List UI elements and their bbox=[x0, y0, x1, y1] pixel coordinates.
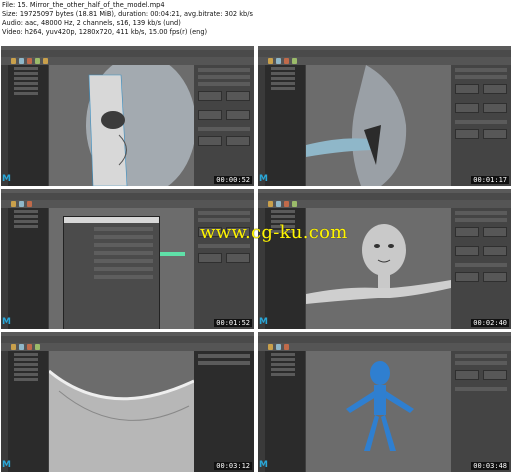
dialog-titlebar bbox=[64, 217, 159, 223]
outliner-panel bbox=[8, 208, 48, 329]
attribute-editor bbox=[451, 65, 511, 186]
size-line: Size: 19725097 bytes (18.81 MiB), durati… bbox=[2, 10, 253, 18]
status-toolbar bbox=[258, 336, 511, 343]
viewport[interactable] bbox=[49, 65, 194, 186]
timecode: 00:01:52 bbox=[214, 319, 252, 327]
maya-logo: M bbox=[2, 460, 11, 470]
audio-line: Audio: aac, 48000 Hz, 2 channels, s16, 1… bbox=[2, 19, 181, 27]
thumbnail-4[interactable]: M 00:02:40 bbox=[258, 189, 511, 329]
viewport-model bbox=[86, 65, 194, 186]
shelf bbox=[258, 57, 511, 65]
status-toolbar bbox=[258, 193, 511, 200]
tool-box bbox=[1, 208, 8, 329]
watermark: www.cg-ku.com bbox=[200, 222, 348, 243]
timecode: 00:03:12 bbox=[214, 462, 252, 470]
tool-box bbox=[258, 65, 265, 186]
shelf bbox=[258, 343, 511, 351]
thumbnail-3[interactable]: M 00:01:52 bbox=[1, 189, 254, 329]
video-info-header: File: 15. Mirror_the_other_half_of_the_m… bbox=[2, 1, 510, 37]
shelf bbox=[1, 200, 254, 208]
maya-logo: M bbox=[259, 174, 268, 184]
timecode: 00:01:17 bbox=[471, 176, 509, 184]
tool-box bbox=[1, 351, 8, 472]
maya-logo: M bbox=[2, 174, 11, 184]
timecode: 00:03:48 bbox=[471, 462, 509, 470]
outliner-panel bbox=[8, 351, 48, 472]
timecode: 00:02:40 bbox=[471, 319, 509, 327]
viewport[interactable] bbox=[49, 208, 194, 329]
viewport[interactable] bbox=[306, 65, 451, 186]
attribute-editor bbox=[451, 351, 511, 472]
thumbnail-5[interactable]: M 00:03:12 bbox=[1, 332, 254, 472]
tool-box bbox=[258, 351, 265, 472]
outliner-panel bbox=[265, 351, 305, 472]
thumbnail-2[interactable]: M 00:01:17 bbox=[258, 46, 511, 186]
shelf bbox=[1, 57, 254, 65]
file-line: File: 15. Mirror_the_other_half_of_the_m… bbox=[2, 1, 165, 9]
viewport[interactable] bbox=[306, 351, 451, 472]
shelf bbox=[1, 343, 254, 351]
maya-logo: M bbox=[2, 317, 11, 327]
maya-logo: M bbox=[259, 317, 268, 327]
shelf bbox=[258, 200, 511, 208]
viewport-model bbox=[346, 361, 414, 451]
video-line: Video: h264, yuv420p, 1280x720, 411 kb/s… bbox=[2, 28, 208, 36]
mirror-options-dialog[interactable] bbox=[63, 216, 160, 329]
outliner-panel bbox=[265, 65, 305, 186]
maya-logo: M bbox=[259, 460, 268, 470]
viewport[interactable] bbox=[49, 351, 194, 472]
attribute-editor bbox=[451, 208, 511, 329]
timecode: 00:00:52 bbox=[214, 176, 252, 184]
outliner-panel bbox=[8, 65, 48, 186]
thumbnail-6[interactable]: M 00:03:48 bbox=[258, 332, 511, 472]
status-toolbar bbox=[1, 50, 254, 57]
attribute-editor bbox=[194, 351, 254, 472]
status-toolbar bbox=[1, 193, 254, 200]
viewport-model bbox=[306, 65, 407, 186]
status-toolbar bbox=[258, 50, 511, 57]
attribute-editor bbox=[194, 65, 254, 186]
status-toolbar bbox=[1, 336, 254, 343]
viewport-model bbox=[49, 369, 194, 472]
thumbnail-1[interactable]: M 00:00:52 bbox=[1, 46, 254, 186]
tool-box bbox=[1, 65, 8, 186]
